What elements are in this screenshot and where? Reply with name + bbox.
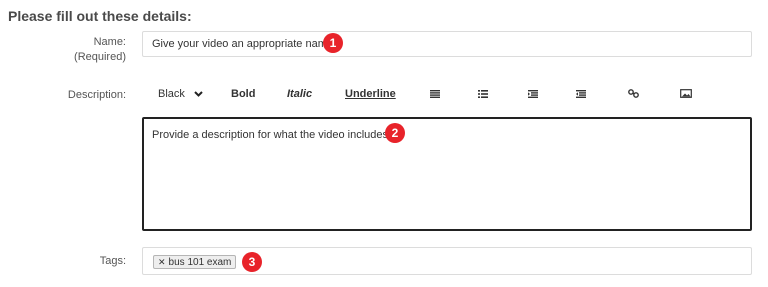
name-label-text: Name: <box>93 36 126 48</box>
callout-badge-3: 3 <box>242 252 262 272</box>
tags-input[interactable]: ✕ bus 101 exam <box>142 247 752 275</box>
editor-toolbar: Black Bold Italic Underline <box>142 84 752 106</box>
align-left-icon[interactable] <box>430 89 440 101</box>
name-field-value: Give your video an appropriate name <box>152 38 333 50</box>
name-field[interactable]: Give your video an appropriate name <box>142 31 752 57</box>
text-color-dropdown[interactable]: Black <box>158 88 203 100</box>
text-color-value: Black <box>158 88 185 100</box>
list-icon[interactable] <box>478 89 488 101</box>
bold-button[interactable]: Bold <box>231 88 255 100</box>
close-icon[interactable]: ✕ <box>158 257 166 267</box>
tag-chip: ✕ bus 101 exam <box>153 255 237 269</box>
description-label: Description: <box>67 89 126 101</box>
name-label: Name: (Required) <box>74 35 126 65</box>
callout-badge-2: 2 <box>385 123 405 143</box>
description-text: Provide a description for what the video… <box>152 129 389 141</box>
italic-button[interactable]: Italic <box>287 88 312 100</box>
tags-label: Tags: <box>99 255 126 267</box>
tag-chip-label: bus 101 exam <box>168 257 232 268</box>
image-icon[interactable] <box>680 89 692 101</box>
indent-icon[interactable] <box>576 89 586 101</box>
callout-badge-1: 1 <box>323 33 343 53</box>
description-value: Provide a description for what the video… <box>152 128 391 141</box>
chevron-down-icon <box>194 89 203 100</box>
underline-button[interactable]: Underline <box>345 88 396 100</box>
link-icon[interactable] <box>628 89 639 101</box>
description-editor[interactable]: Provide a description for what the video… <box>142 117 752 231</box>
form-heading: Please fill out these details: <box>8 8 192 24</box>
outdent-icon[interactable] <box>528 89 538 101</box>
required-note: (Required) <box>74 51 126 63</box>
